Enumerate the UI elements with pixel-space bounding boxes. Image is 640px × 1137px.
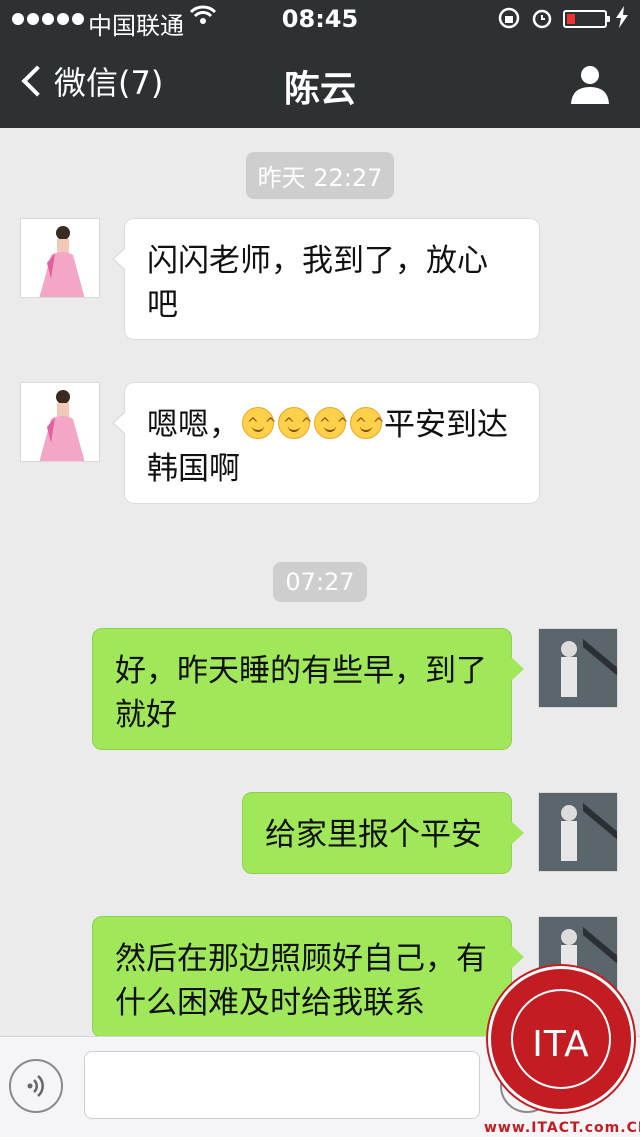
avatar-image: [39, 226, 85, 297]
back-button[interactable]: 微信(7): [18, 58, 163, 104]
chevron-left-icon: [21, 65, 53, 97]
avatar-image: [39, 390, 85, 461]
timestamp: 07:27: [0, 562, 640, 602]
rotation-lock-icon: [497, 6, 521, 36]
outgoing-message[interactable]: 给家里报个平安: [242, 792, 524, 874]
contact-avatar[interactable]: [20, 218, 100, 298]
logo-text: ITA: [532, 1024, 590, 1065]
voice-input-button[interactable]: [9, 1059, 63, 1113]
timestamp: 昨天 22:27: [0, 152, 640, 199]
alarm-icon: [530, 6, 554, 36]
message-text-start: 嗯嗯，: [147, 407, 240, 443]
message-text: 好，昨天睡的有些早，到了就好: [115, 653, 487, 733]
status-bar: 中国联通 08:45: [0, 0, 640, 40]
message-text: 给家里报个平安: [265, 817, 482, 853]
smile-emoji-icon: [278, 402, 318, 446]
page-title: 陈云: [283, 69, 356, 110]
smile-emoji-icon: [314, 402, 354, 446]
smile-emoji-icon: [350, 402, 390, 446]
my-avatar[interactable]: [538, 628, 618, 708]
battery-icon: [563, 10, 610, 28]
outgoing-message[interactable]: 然后在那边照顾好自己，有什么困难及时给我联系: [92, 916, 524, 1038]
timestamp-label: 07:27: [273, 562, 367, 602]
incoming-message[interactable]: 嗯嗯，平安到达韩国啊: [112, 382, 540, 504]
avatar-image: [539, 793, 617, 871]
message-text: 闪闪老师，我到了，放心吧: [147, 243, 488, 323]
smile-emoji-icon: [242, 402, 282, 446]
contact-profile-button[interactable]: [568, 64, 612, 104]
outgoing-message[interactable]: 好，昨天睡的有些早，到了就好: [92, 628, 524, 750]
ita-watermark-logo: ITA: [488, 966, 634, 1112]
incoming-message[interactable]: 闪闪老师，我到了，放心吧: [112, 218, 540, 340]
message-input[interactable]: [84, 1051, 480, 1119]
avatar-image: [539, 629, 617, 707]
timestamp-label: 昨天 22:27: [245, 152, 395, 199]
watermark-url: www.ITACT.com.CN: [484, 1120, 640, 1136]
top-bar: 中国联通 08:45 微信(7) 陈云: [0, 0, 640, 128]
voice-icon: [27, 1075, 44, 1097]
back-label: 微信(7): [54, 64, 164, 102]
charging-icon: [615, 6, 629, 34]
my-avatar[interactable]: [538, 792, 618, 872]
message-text: 然后在那边照顾好自己，有什么困难及时给我联系: [115, 941, 487, 1021]
person-icon: [571, 66, 609, 104]
contact-avatar[interactable]: [20, 382, 100, 462]
